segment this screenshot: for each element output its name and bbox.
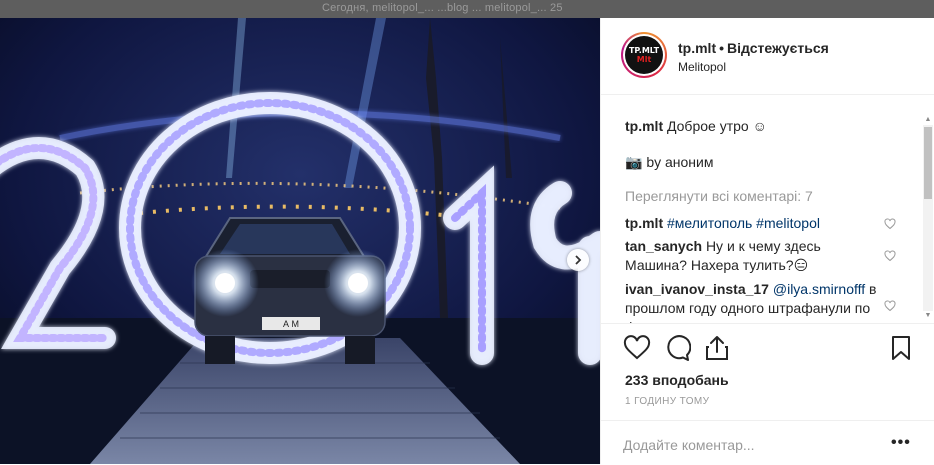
scroll-up-arrow-icon[interactable]: ▲ xyxy=(923,115,933,125)
header-username[interactable]: tp.mlt xyxy=(678,40,716,56)
comment-icon[interactable] xyxy=(663,334,691,362)
post-actions: 233 вподобань 1 годину тому ••• xyxy=(601,323,934,464)
license-plate: А М xyxy=(283,319,299,329)
post-photo[interactable]: А М xyxy=(0,18,600,464)
header-location[interactable]: Melitopol xyxy=(678,60,726,74)
header-separator: • xyxy=(719,40,725,56)
add-comment-row: ••• xyxy=(601,420,934,465)
caption: tp.mlt Доброе утро ☺ xyxy=(625,117,767,135)
heart-icon[interactable] xyxy=(623,334,651,362)
avatar-text-line2: Mlt xyxy=(636,55,652,64)
next-photo-button[interactable] xyxy=(567,249,589,271)
post-side-panel: TP.MLT Mlt tp.mlt • Відстежується Melitopo… xyxy=(600,18,934,464)
comment-username[interactable]: ivan_ivanov_insta_17 xyxy=(625,281,769,297)
caption-username[interactable]: tp.mlt xyxy=(625,118,663,134)
follow-status-button[interactable]: Відстежується xyxy=(727,40,829,56)
comment-item: tp.mlt #мелитополь #melitopol xyxy=(625,214,885,233)
comments-area[interactable]: tp.mlt Доброе утро ☺ 📷 by аноним Перегля… xyxy=(601,95,934,323)
comment-like-heart-icon[interactable] xyxy=(884,218,896,230)
avatar-story-ring[interactable]: TP.MLT Mlt xyxy=(621,32,667,78)
share-icon[interactable] xyxy=(703,334,731,362)
avatar-text-line1: TP.MLT xyxy=(628,46,660,55)
comment-item: ivan_ivanov_insta_17 @ilya.smirnofff в п… xyxy=(625,280,885,323)
avatar[interactable]: TP.MLT Mlt xyxy=(625,36,663,74)
likes-count[interactable]: 233 вподобань xyxy=(625,372,729,388)
more-options-button[interactable]: ••• xyxy=(891,434,911,452)
comments-scrollbar[interactable]: ▲ ▼ xyxy=(923,115,933,321)
view-all-comments-link[interactable]: Переглянути всі коментарі: 7 xyxy=(625,188,813,204)
comment-hashtags[interactable]: #мелитополь #melitopol xyxy=(667,215,820,231)
caption-credit: 📷 by аноним xyxy=(625,154,714,170)
photo-illustration: А М xyxy=(0,18,600,464)
caption-text: Доброе утро ☺ xyxy=(667,118,767,134)
bookmark-icon[interactable] xyxy=(887,334,915,362)
comment-username[interactable]: tp.mlt xyxy=(625,215,663,231)
header-username-row: tp.mlt • Відстежується xyxy=(678,40,829,56)
comment-item: tan_sanych Ну и к чему здесь Машина? Нах… xyxy=(625,237,885,275)
comment-like-heart-icon[interactable] xyxy=(884,300,896,312)
add-comment-input[interactable] xyxy=(623,435,883,455)
comment-username[interactable]: tan_sanych xyxy=(625,238,702,254)
backdrop-strip: Сегодня, melitopol_... ...blog ... melit… xyxy=(0,0,934,18)
backdrop-text: Сегодня, melitopol_... ...blog ... melit… xyxy=(322,2,563,14)
post-header: TP.MLT Mlt tp.mlt • Відстежується Melitopo… xyxy=(601,18,934,95)
comment-mention[interactable]: @ilya.smirnofff xyxy=(773,281,865,297)
post-timestamp[interactable]: 1 годину тому xyxy=(625,396,709,407)
chevron-right-icon xyxy=(575,255,582,265)
scroll-thumb[interactable] xyxy=(924,127,932,199)
scroll-down-arrow-icon[interactable]: ▼ xyxy=(923,311,933,321)
comment-like-heart-icon[interactable] xyxy=(884,250,896,262)
